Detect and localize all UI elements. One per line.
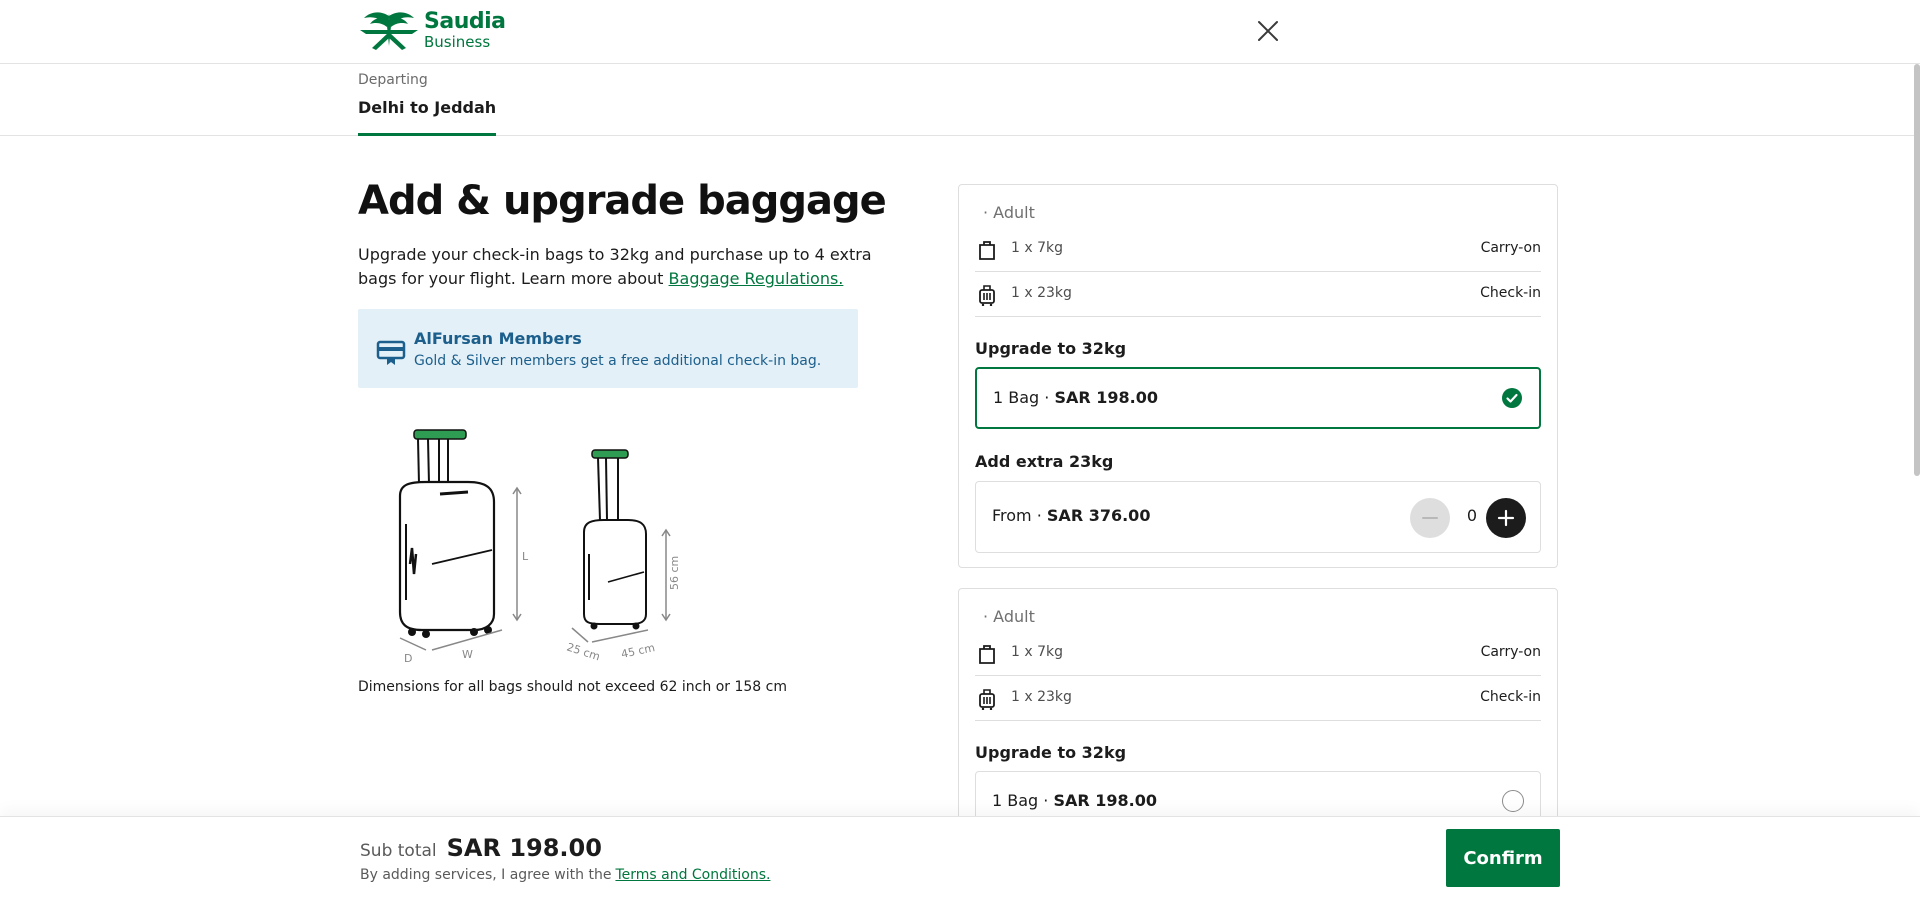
luggage-dimensions-illustration: L D W 56 cm 25 cm 45 cm: [398, 429, 681, 664]
check-in-bag-icon: [979, 689, 995, 710]
logo-tier-name: Business: [424, 32, 491, 51]
carry-on-bag-icon: [979, 645, 995, 664]
tab-route: Delhi to Jeddah: [358, 98, 497, 117]
upgrade-price: SAR 198.00: [1053, 791, 1158, 810]
member-description: Gold & Silver members get a free additio…: [414, 353, 822, 369]
extra-bag-count: 0: [1466, 506, 1478, 525]
membership-card-icon: [376, 340, 406, 365]
intro-text: Upgrade your check-in bags to 32kg and p…: [358, 243, 878, 291]
upgrade-option-text: 1 Bag · SAR 198.00: [992, 791, 1157, 810]
subtotal-label: Sub total: [360, 841, 437, 861]
carry-on-bag-icon: [979, 241, 995, 260]
upgrade-32kg-option[interactable]: 1 Bag · SAR 198.00: [975, 367, 1541, 429]
passenger-label: · Adult: [983, 203, 1035, 222]
baggage-regulations-link[interactable]: Baggage Regulations.: [669, 269, 844, 288]
large-width-label: W: [462, 648, 473, 661]
bag-type: Check-in: [1480, 689, 1541, 705]
saudia-business-logo[interactable]: Saudia Business: [358, 8, 506, 52]
large-height-label: L: [522, 550, 529, 563]
page-scrollbar[interactable]: [1914, 64, 1920, 476]
passenger-label: · Adult: [983, 607, 1035, 626]
passenger-baggage-card: · Adult 1 x 7kg Carry-on 1 x 23kg Check-…: [958, 588, 1558, 848]
carry-on-row: 1 x 7kg Carry-on: [975, 631, 1541, 676]
close-icon[interactable]: [1255, 18, 1281, 44]
bag-allowance: 1 x 7kg: [1011, 240, 1063, 256]
flight-tabs: Departing Delhi to Jeddah: [0, 64, 1920, 136]
terms-body: By adding services, I agree with the: [360, 867, 612, 883]
upgrade-prefix: 1 Bag ·: [992, 791, 1054, 810]
upgrade-price: SAR 198.00: [1054, 388, 1159, 407]
radio-unselected-icon[interactable]: [1502, 790, 1524, 812]
terms-link[interactable]: Terms and Conditions.: [615, 867, 770, 883]
top-header: Saudia Business: [0, 0, 1920, 64]
bag-allowance: 1 x 23kg: [1011, 689, 1072, 705]
page-title: Add & upgrade baggage: [358, 178, 887, 224]
upgrade-prefix: 1 Bag ·: [993, 388, 1055, 407]
checkmark-circle-icon: [1502, 388, 1522, 408]
tab-delhi-to-jeddah[interactable]: Departing Delhi to Jeddah: [358, 64, 497, 136]
minus-icon: [1422, 517, 1438, 519]
plus-icon: [1497, 509, 1515, 527]
bag-allowance: 1 x 23kg: [1011, 285, 1072, 301]
terms-text: By adding services, I agree with the Term…: [360, 867, 770, 883]
upgrade-option-text: 1 Bag · SAR 198.00: [993, 388, 1158, 407]
passenger-baggage-card: · Adult 1 x 7kg Carry-on 1 x 23kg Check-…: [958, 184, 1558, 568]
decrease-button[interactable]: [1410, 498, 1450, 538]
extra-bag-section-label: Add extra 23kg: [975, 452, 1114, 471]
carry-on-row: 1 x 7kg Carry-on: [975, 227, 1541, 272]
large-depth-label: D: [404, 652, 412, 664]
bag-type: Carry-on: [1480, 644, 1541, 660]
check-in-bag-icon: [979, 285, 995, 306]
bag-allowance: 1 x 7kg: [1011, 644, 1063, 660]
summary-footer: Sub total SAR 198.00 By adding services,…: [0, 816, 1920, 901]
extra-bag-text: From · SAR 376.00: [992, 506, 1150, 525]
increase-button[interactable]: [1486, 498, 1526, 538]
extra-bag-selector: From · SAR 376.00 0: [975, 481, 1541, 553]
check-in-row: 1 x 23kg Check-in: [975, 676, 1541, 721]
tab-direction: Departing: [358, 72, 428, 88]
subtotal: Sub total SAR 198.00: [360, 834, 602, 862]
upgrade-section-label: Upgrade to 32kg: [975, 743, 1127, 762]
logo-brand-name: Saudia: [424, 8, 506, 34]
member-title: AlFursan Members: [414, 329, 582, 348]
small-depth-label: 25 cm: [565, 640, 602, 663]
bag-type: Check-in: [1480, 285, 1541, 301]
check-in-row: 1 x 23kg Check-in: [975, 272, 1541, 317]
extra-price: SAR 376.00: [1046, 506, 1151, 525]
upgrade-section-label: Upgrade to 32kg: [975, 339, 1127, 358]
confirm-button[interactable]: Confirm: [1446, 829, 1560, 887]
subtotal-value: SAR 198.00: [446, 834, 602, 862]
extra-prefix: From ·: [992, 506, 1047, 525]
bag-type: Carry-on: [1480, 240, 1541, 256]
dimensions-note: Dimensions for all bags should not excee…: [358, 679, 787, 695]
palm-swords-logo-icon: [360, 12, 418, 50]
alfursan-member-banner: AlFursan Members Gold & Silver members g…: [358, 309, 858, 388]
small-width-label: 45 cm: [620, 641, 656, 661]
small-height-label: 56 cm: [668, 556, 681, 590]
